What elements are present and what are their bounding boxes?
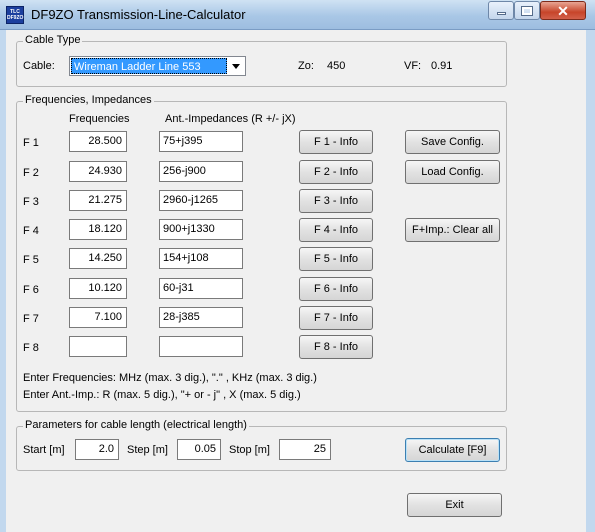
exit-button[interactable]: Exit <box>407 493 502 517</box>
window-title: DF9ZO Transmission-Line-Calculator <box>31 7 246 22</box>
cable-type-legend: Cable Type <box>23 34 83 46</box>
close-button[interactable]: ✕ <box>540 1 586 20</box>
impedance-input-f6[interactable]: 60-j31 <box>159 278 243 299</box>
row-label-f5: F 5 <box>23 254 39 266</box>
cable-select[interactable]: Wireman Ladder Line 553 <box>69 56 246 76</box>
impedance-input-f7[interactable]: 28-j385 <box>159 307 243 328</box>
row-label-f4: F 4 <box>23 225 39 237</box>
frequencies-legend: Frequencies, Impedances <box>23 94 154 106</box>
impedance-hint: Enter Ant.-Imp.: R (max. 5 dig.), "+ or … <box>23 389 301 401</box>
f1-info-button[interactable]: F 1 - Info <box>299 130 373 154</box>
impedance-input-f3[interactable]: 2960-j1265 <box>159 190 243 211</box>
f2-info-button[interactable]: F 2 - Info <box>299 160 373 184</box>
frequency-input-f6[interactable]: 10.120 <box>69 278 127 299</box>
save-config-button[interactable]: Save Config. <box>405 130 500 154</box>
clear-all-button[interactable]: F+Imp.: Clear all <box>405 218 500 242</box>
window-frame-right <box>586 30 595 532</box>
frequency-input-f4[interactable]: 18.120 <box>69 219 127 240</box>
title-bar[interactable]: TLC DF9ZO DF9ZO Transmission-Line-Calcul… <box>0 0 595 30</box>
maximize-icon <box>521 5 533 16</box>
f6-info-button[interactable]: F 6 - Info <box>299 277 373 301</box>
impedances-column-header: Ant.-Impedances (R +/- jX) <box>165 113 296 125</box>
step-label: Step [m] <box>127 444 168 456</box>
impedance-input-f4[interactable]: 900+j1330 <box>159 219 243 240</box>
step-input[interactable]: 0.05 <box>177 439 221 460</box>
f7-info-button[interactable]: F 7 - Info <box>299 306 373 330</box>
dropdown-arrow[interactable] <box>227 58 244 74</box>
f3-info-button[interactable]: F 3 - Info <box>299 189 373 213</box>
frequency-hint: Enter Frequencies: MHz (max. 3 dig.), ".… <box>23 372 317 384</box>
cable-length-legend: Parameters for cable length (electrical … <box>23 419 249 431</box>
stop-input[interactable]: 25 <box>279 439 331 460</box>
vf-value: 0.91 <box>431 60 453 72</box>
calculate-button[interactable]: Calculate [F9] <box>405 438 500 462</box>
frequency-input-f5[interactable]: 14.250 <box>69 248 127 269</box>
impedance-input-f8[interactable] <box>159 336 243 357</box>
f8-info-button[interactable]: F 8 - Info <box>299 335 373 359</box>
start-label: Start [m] <box>23 444 65 456</box>
f5-info-button[interactable]: F 5 - Info <box>299 247 373 271</box>
impedance-input-f5[interactable]: 154+j108 <box>159 248 243 269</box>
vf-label: VF: <box>404 60 422 72</box>
frequencies-column-header: Frequencies <box>69 113 130 125</box>
row-label-f8: F 8 <box>23 342 39 354</box>
frequency-input-f3[interactable]: 21.275 <box>69 190 127 211</box>
close-icon: ✕ <box>557 2 569 19</box>
impedance-input-f2[interactable]: 256-j900 <box>159 161 243 182</box>
row-label-f6: F 6 <box>23 284 39 296</box>
start-input[interactable]: 2.0 <box>75 439 119 460</box>
cable-select-value: Wireman Ladder Line 553 <box>71 58 227 74</box>
maximize-button[interactable] <box>514 1 540 20</box>
row-label-f3: F 3 <box>23 196 39 208</box>
frequency-input-f7[interactable]: 7.100 <box>69 307 127 328</box>
minimize-button[interactable] <box>488 1 514 20</box>
load-config-button[interactable]: Load Config. <box>405 160 500 184</box>
frequency-input-f2[interactable]: 24.930 <box>69 161 127 182</box>
app-icon: TLC DF9ZO <box>6 6 24 24</box>
row-label-f2: F 2 <box>23 167 39 179</box>
f4-info-button[interactable]: F 4 - Info <box>299 218 373 242</box>
impedance-input-f1[interactable]: 75+j395 <box>159 131 243 152</box>
row-label-f7: F 7 <box>23 313 39 325</box>
row-label-f1: F 1 <box>23 137 39 149</box>
cable-label: Cable: <box>23 60 55 72</box>
zo-label: Zo: <box>298 60 314 72</box>
chevron-down-icon <box>231 63 240 69</box>
frequency-input-f8[interactable] <box>69 336 127 357</box>
zo-value: 450 <box>327 60 346 72</box>
stop-label: Stop [m] <box>229 444 270 456</box>
app-icon-text-bottom: DF9ZO <box>7 15 24 21</box>
minimize-icon <box>496 12 506 15</box>
frequency-input-f1[interactable]: 28.500 <box>69 131 127 152</box>
